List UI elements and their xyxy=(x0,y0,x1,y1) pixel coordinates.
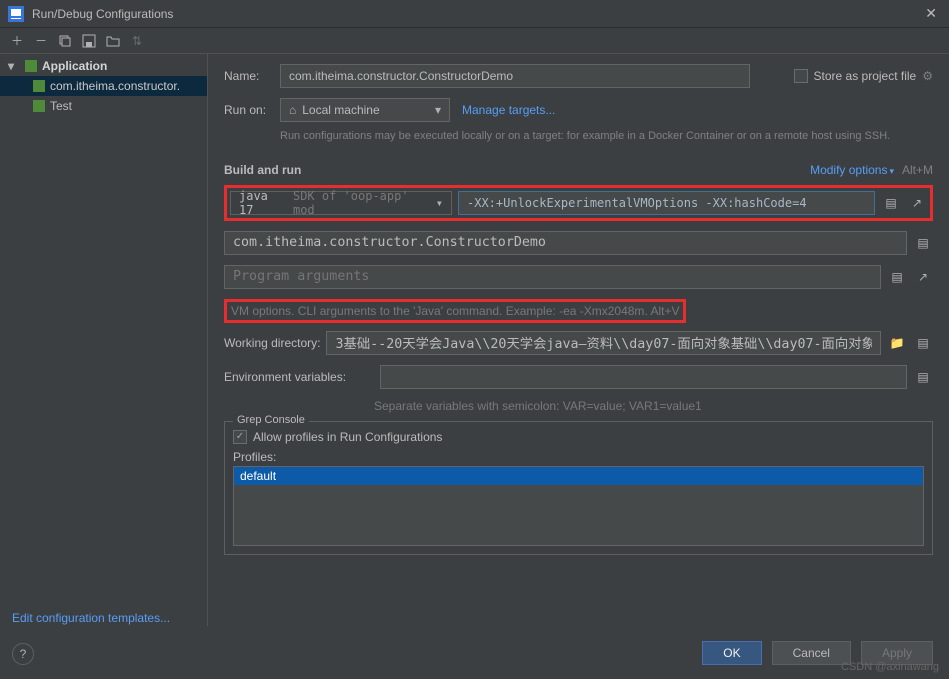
gear-icon[interactable]: ⚙ xyxy=(922,69,933,83)
remove-config-icon[interactable]: － xyxy=(32,32,50,50)
tree-item-label: Test xyxy=(50,99,72,113)
tree-app-label: Application xyxy=(42,59,107,73)
modify-shortcut: Alt+M xyxy=(902,163,933,177)
store-label: Store as project file xyxy=(814,69,917,83)
home-icon: ⌂ xyxy=(289,103,296,117)
cancel-button[interactable]: Cancel xyxy=(772,641,851,665)
vm-help-text: VM options. CLI arguments to the 'Java' … xyxy=(231,304,679,318)
config-toolbar: ＋ － ⇅ xyxy=(0,28,949,54)
profile-item[interactable]: default xyxy=(234,467,923,485)
workdir-label: Working directory: xyxy=(224,336,320,350)
expand-field-icon[interactable]: ↗ xyxy=(907,193,927,213)
config-tree: ▾ Application com.itheima.constructor. T… xyxy=(0,54,208,626)
program-args-input[interactable] xyxy=(224,265,881,289)
sdk-module: SDK of 'oop-app' mod xyxy=(293,189,436,217)
name-input[interactable] xyxy=(280,64,750,88)
edit-field-icon[interactable]: ▤ xyxy=(913,333,933,353)
profiles-label: Profiles: xyxy=(233,450,924,464)
ok-button[interactable]: OK xyxy=(702,641,761,665)
folder-config-icon[interactable] xyxy=(104,32,122,50)
tree-item-label: com.itheima.constructor. xyxy=(50,79,180,93)
add-config-icon[interactable]: ＋ xyxy=(8,32,26,50)
sdk-main: java 17 xyxy=(239,189,289,217)
store-as-project-row[interactable]: Store as project file ⚙ xyxy=(794,69,933,83)
env-label: Environment variables: xyxy=(224,370,374,384)
grep-legend: Grep Console xyxy=(233,414,309,426)
allow-profiles-row[interactable]: ✓ Allow profiles in Run Configurations xyxy=(233,430,924,444)
modify-options-link[interactable]: Modify options▾ xyxy=(810,163,894,177)
chevron-down-icon: ▾ xyxy=(435,103,441,117)
runon-value: Local machine xyxy=(302,103,379,117)
chevron-down-icon: ▾ xyxy=(8,59,20,73)
main-class-input[interactable] xyxy=(224,231,907,255)
name-label: Name: xyxy=(224,69,280,83)
grep-console-group: Grep Console ✓ Allow profiles in Run Con… xyxy=(224,421,933,555)
chevron-down-icon: ▾ xyxy=(436,196,443,210)
workdir-input[interactable] xyxy=(326,331,881,355)
save-config-icon[interactable] xyxy=(80,32,98,50)
runon-combo[interactable]: ⌂ Local machine ▾ xyxy=(280,98,450,122)
env-input[interactable] xyxy=(380,365,907,389)
run-config-icon xyxy=(32,79,46,93)
allow-profiles-label: Allow profiles in Run Configurations xyxy=(253,430,442,444)
allow-profiles-checkbox[interactable]: ✓ xyxy=(233,430,247,444)
profiles-list[interactable]: default xyxy=(233,466,924,546)
manage-targets-link[interactable]: Manage targets... xyxy=(462,103,555,117)
watermark-text: CSDN @axinawang xyxy=(841,661,939,673)
title-bar: Run/Debug Configurations ✕ xyxy=(0,0,949,28)
vm-options-highlight: java 17 SDK of 'oop-app' mod ▾ ▤ ↗ xyxy=(224,185,933,221)
application-icon xyxy=(24,59,38,73)
store-checkbox[interactable] xyxy=(794,69,808,83)
browse-folder-icon[interactable]: 📁 xyxy=(887,333,907,353)
tree-config-item[interactable]: com.itheima.constructor. xyxy=(0,76,207,96)
vm-options-input[interactable] xyxy=(458,191,875,215)
edit-field-icon[interactable]: ▤ xyxy=(913,233,933,253)
run-config-icon xyxy=(32,99,46,113)
edit-templates-link[interactable]: Edit configuration templates... xyxy=(12,611,170,625)
runon-label: Run on: xyxy=(224,103,280,117)
chevron-down-icon: ▾ xyxy=(889,166,894,176)
tree-application-node[interactable]: ▾ Application xyxy=(0,56,207,76)
env-help-text: Separate variables with semicolon: VAR=v… xyxy=(374,399,933,413)
sdk-combo[interactable]: java 17 SDK of 'oop-app' mod ▾ xyxy=(230,191,452,215)
close-icon[interactable]: ✕ xyxy=(921,5,941,22)
edit-field-icon[interactable]: ▤ xyxy=(887,267,907,287)
window-title: Run/Debug Configurations xyxy=(32,7,921,21)
sort-config-icon[interactable]: ⇅ xyxy=(128,32,146,50)
tree-config-item[interactable]: Test xyxy=(0,96,207,116)
vm-help-highlight: VM options. CLI arguments to the 'Java' … xyxy=(224,299,686,323)
edit-field-icon[interactable]: ▤ xyxy=(881,193,901,213)
build-run-heading: Build and run xyxy=(224,163,301,177)
config-form: Name: Store as project file ⚙ Run on: ⌂ … xyxy=(208,54,949,626)
runon-help-text: Run configurations may be executed local… xyxy=(280,128,933,145)
help-icon[interactable]: ? xyxy=(12,643,34,665)
copy-config-icon[interactable] xyxy=(56,32,74,50)
edit-field-icon[interactable]: ▤ xyxy=(913,367,933,387)
expand-field-icon[interactable]: ↗ xyxy=(913,267,933,287)
app-logo-icon xyxy=(8,6,24,22)
